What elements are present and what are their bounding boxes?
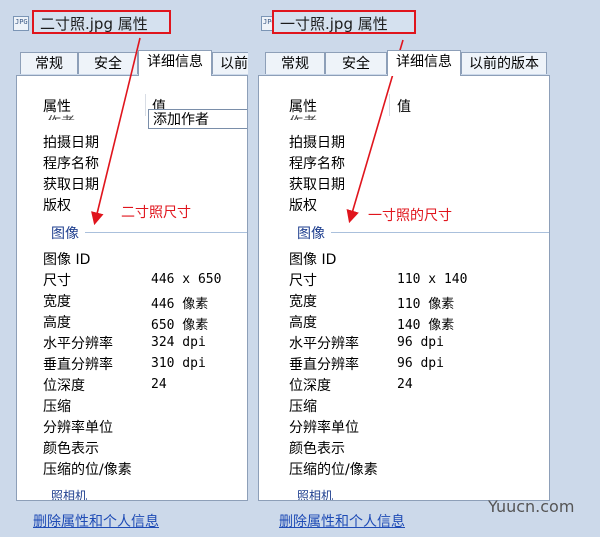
left-size-annotation: 二寸照尺寸: [121, 205, 191, 221]
annotation-arrows: [91, 37, 404, 226]
left-tab-details[interactable]: 详细信息: [138, 50, 212, 76]
right-size-annotation: 一寸照的尺寸: [368, 208, 452, 224]
watermark-text: Yuucn.com: [488, 497, 575, 516]
right-tab-details[interactable]: 详细信息: [387, 50, 461, 76]
left-annotation-arrow: [91, 37, 141, 226]
